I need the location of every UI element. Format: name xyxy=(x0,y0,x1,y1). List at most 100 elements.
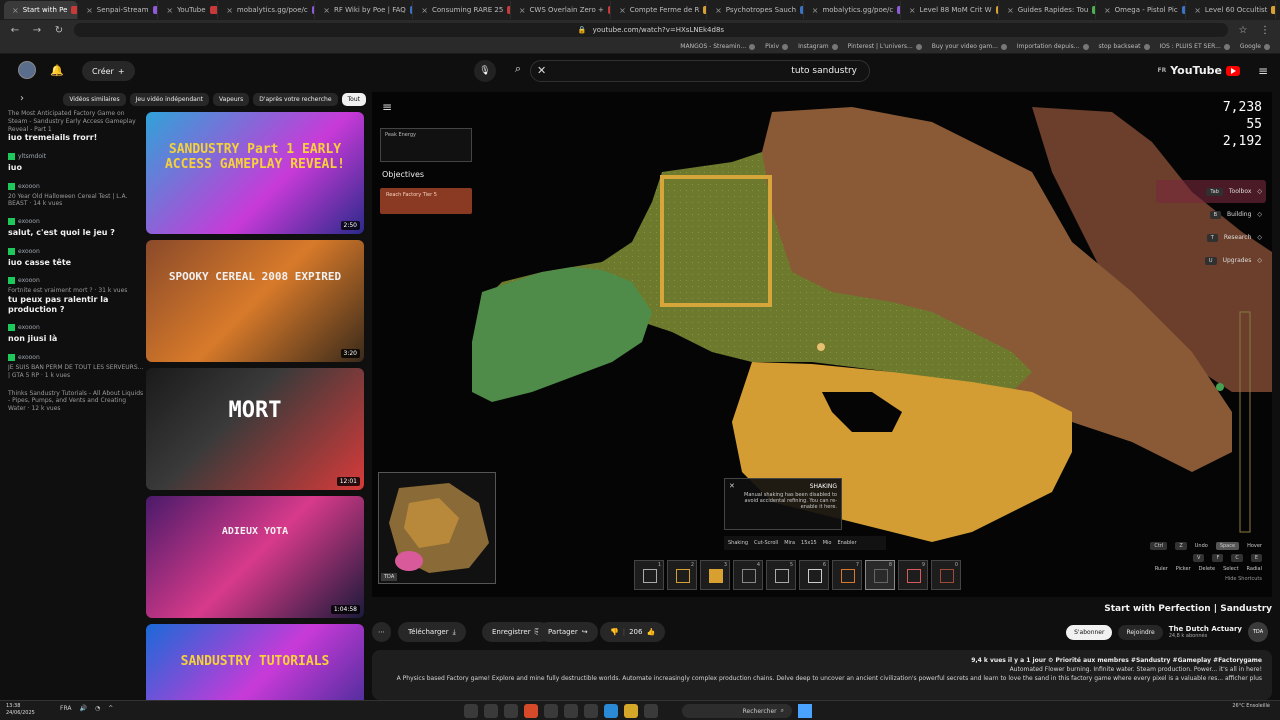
tab-close-icon[interactable]: × xyxy=(226,6,233,15)
hotbar-slot[interactable]: 2 xyxy=(667,560,697,590)
tab-close-icon[interactable]: × xyxy=(166,6,173,15)
related-video[interactable]: SANDUSTRY Part 1 EARLY ACCESS GAMEPLAY R… xyxy=(146,110,366,236)
forward-icon[interactable]: → xyxy=(30,25,44,36)
browser-tab[interactable]: × Consuming RARE 25 xyxy=(413,1,511,19)
tool-setting[interactable]: Shaking xyxy=(728,540,748,546)
language-indicator[interactable]: FRA xyxy=(60,705,71,712)
browser-tab[interactable]: × Psychotropes Sauch xyxy=(707,1,804,19)
browser-tab[interactable]: × Omega - Pistol Pic xyxy=(1096,1,1187,19)
shortcut-item[interactable]: F xyxy=(1212,554,1224,562)
extensions-icon[interactable]: ⋮ xyxy=(1258,25,1272,36)
tab-close-icon[interactable]: × xyxy=(1007,6,1014,15)
dislike-icon[interactable]: 👎 xyxy=(610,628,619,636)
avatar[interactable] xyxy=(18,61,36,79)
shortcut-item[interactable]: Select xyxy=(1223,566,1238,572)
search-input[interactable]: tuto sandustry xyxy=(530,60,870,82)
channel-name[interactable]: The Dutch Actuary xyxy=(1169,625,1242,633)
search-clear-icon[interactable]: ✕ xyxy=(537,64,546,77)
app-icon[interactable] xyxy=(544,704,558,718)
bookmark-item[interactable]: stop backseat xyxy=(1099,43,1150,50)
browser-tab[interactable]: × Guides Rapides: Tou xyxy=(999,1,1096,19)
app-icon[interactable] xyxy=(504,704,518,718)
bookmark-item[interactable]: Pinterest | L'univers... xyxy=(848,43,922,50)
filter-chip[interactable]: Jeu vidéo indépendant xyxy=(129,92,210,106)
game-menu-building[interactable]: B Building ◇ xyxy=(1156,203,1266,226)
youtube-logo[interactable]: FR YouTube xyxy=(1157,64,1240,77)
browser-tab[interactable]: × Start with Pe xyxy=(4,1,79,19)
volume-icon[interactable]: 🔊 xyxy=(79,705,86,712)
hotbar-slot[interactable]: 5 xyxy=(766,560,796,590)
bookmark-item[interactable]: Instagram xyxy=(798,43,838,50)
browser-tab[interactable]: × Level 88 MoM Crit W xyxy=(901,1,1000,19)
browser-tab[interactable]: × mobalytics.gg/poe/c xyxy=(218,1,316,19)
back-icon[interactable]: ← xyxy=(8,25,22,36)
subscribe-button[interactable]: S'abonner xyxy=(1066,624,1113,640)
related-video[interactable]: SPOOKY CEREAL 2008 EXPIRED 3:20 xyxy=(146,238,366,364)
tray-chevron-icon[interactable]: ^ xyxy=(108,705,113,712)
video-thumbnail[interactable]: SPOOKY CEREAL 2008 EXPIRED 3:20 xyxy=(146,240,364,362)
brave-browser-icon[interactable] xyxy=(524,704,538,718)
hide-shortcuts-link[interactable]: Hide Shortcuts xyxy=(1112,576,1262,582)
related-video[interactable]: ADIEUX YOTA 1:04:58 xyxy=(146,494,366,620)
file-explorer-icon[interactable] xyxy=(624,704,638,718)
mic-icon[interactable]: 🎙 xyxy=(474,60,496,82)
hamburger-menu-icon[interactable]: ≡ xyxy=(1258,64,1268,78)
app-icon[interactable] xyxy=(484,704,498,718)
channel-avatar[interactable]: TDA xyxy=(1248,622,1268,642)
tab-close-icon[interactable]: × xyxy=(909,6,916,15)
tool-setting[interactable]: Cut-Scroll xyxy=(754,540,778,546)
hotbar-slot[interactable]: 8 xyxy=(865,560,895,590)
game-menu-research[interactable]: T Research ◇ xyxy=(1156,226,1266,249)
hotbar-slot[interactable]: 3 xyxy=(700,560,730,590)
search-icon[interactable]: ⌕ xyxy=(507,62,529,80)
filter-chip[interactable]: Vapeurs xyxy=(213,92,250,106)
filter-chip[interactable]: Tout xyxy=(341,92,366,106)
game-menu-toolbox[interactable]: Tab Toolbox ◇ xyxy=(1156,180,1266,203)
tab-close-icon[interactable]: × xyxy=(323,6,330,15)
related-video[interactable]: SANDUSTRY TUTORIALS15:24 xyxy=(146,622,366,700)
tab-close-icon[interactable]: × xyxy=(812,6,819,15)
shortcut-item[interactable]: Hover xyxy=(1247,543,1262,549)
app-icon[interactable] xyxy=(564,704,578,718)
video-player[interactable]: ≡ Peak Energy Objectives Reach Factory T… xyxy=(372,92,1272,597)
objective-card[interactable]: Reach Factory Tier 5 xyxy=(380,188,472,214)
browser-tab[interactable]: × Senpai-Stream xyxy=(78,1,159,19)
app-icon[interactable] xyxy=(584,704,598,718)
task-view-icon[interactable] xyxy=(644,704,658,718)
bookmark-item[interactable]: Importation depuis... xyxy=(1017,43,1089,50)
tab-close-icon[interactable]: × xyxy=(1104,6,1111,15)
tool-setting[interactable]: Mira xyxy=(784,540,795,546)
video-thumbnail[interactable]: MORT 12:01 xyxy=(146,368,364,490)
notifications-bell-icon[interactable]: 🔔 xyxy=(50,64,64,77)
video-thumbnail[interactable]: SANDUSTRY Part 1 EARLY ACCESS GAMEPLAY R… xyxy=(146,112,364,234)
shortcut-item[interactable]: Picker xyxy=(1176,566,1191,572)
shortcut-item[interactable]: Radial xyxy=(1247,566,1262,572)
more-actions-button[interactable]: ⋯ xyxy=(372,622,391,642)
browser-tab[interactable]: × Compte Ferme de R xyxy=(611,1,708,19)
game-menu-icon[interactable]: ≡ xyxy=(382,100,392,114)
tooltip-close-icon[interactable]: ✕ xyxy=(729,482,735,490)
tab-close-icon[interactable]: × xyxy=(619,6,626,15)
taskbar-search[interactable]: Rechercher ⌕ xyxy=(682,704,792,718)
shortcut-item[interactable]: Z xyxy=(1175,542,1187,550)
video-thumbnail[interactable]: SANDUSTRY TUTORIALS15:24 xyxy=(146,624,364,700)
hotbar-slot[interactable]: 1 xyxy=(634,560,664,590)
filter-chip[interactable]: D'après votre recherche xyxy=(253,92,338,106)
reload-icon[interactable]: ↻ xyxy=(52,25,66,36)
join-button[interactable]: Rejoindre xyxy=(1118,624,1163,640)
hotbar-slot[interactable]: 4 xyxy=(733,560,763,590)
browser-tab[interactable]: × mobalytics.gg/poe/c xyxy=(804,1,901,19)
tab-close-icon[interactable]: × xyxy=(421,6,428,15)
weather-widget[interactable]: 26°C Ensoleillé xyxy=(1232,703,1270,710)
bookmark-item[interactable]: Google xyxy=(1240,43,1270,50)
browser-tab[interactable]: × CWS Overlain Zero + xyxy=(511,1,612,19)
bookmark-item[interactable]: MANGOS - Streamin... xyxy=(680,43,756,50)
tab-close-icon[interactable]: × xyxy=(12,6,19,15)
shortcut-item[interactable]: Ctrl xyxy=(1150,542,1168,550)
tab-close-icon[interactable]: × xyxy=(1194,6,1201,15)
bookmark-item[interactable]: Buy your video gam... xyxy=(932,43,1007,50)
share-button[interactable]: Partager ↪ xyxy=(538,622,598,642)
hotbar-slot[interactable]: 6 xyxy=(799,560,829,590)
tab-close-icon[interactable]: × xyxy=(86,6,93,15)
browser-tab[interactable]: × Level 60 Occultist xyxy=(1186,1,1276,19)
